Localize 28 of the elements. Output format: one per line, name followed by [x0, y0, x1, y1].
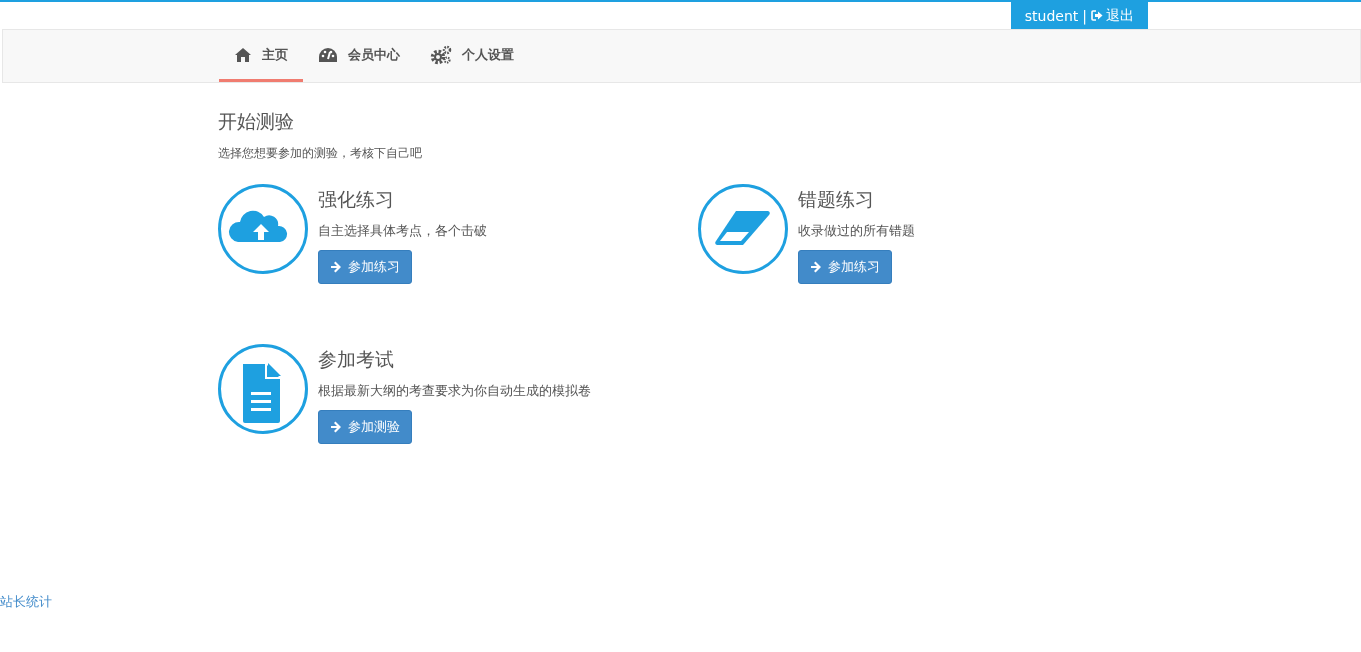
- arrow-right-icon: [810, 261, 822, 273]
- document-icon: [243, 363, 281, 423]
- page-heading: 开始测验: [218, 109, 295, 134]
- nav-tab[interactable]: 个人设置: [415, 30, 529, 82]
- card-title: 错题练习: [798, 187, 875, 212]
- gauge-icon: [318, 46, 338, 63]
- logout-icon: [1091, 10, 1103, 21]
- join-button[interactable]: 参加测验: [318, 410, 412, 444]
- join-button[interactable]: 参加练习: [318, 250, 412, 284]
- arrow-right-icon: [330, 421, 342, 433]
- home-icon: [234, 46, 252, 63]
- separator: |: [1082, 7, 1087, 24]
- eraser-icon: [715, 211, 770, 245]
- logout-link[interactable]: 退出: [1091, 6, 1134, 25]
- card-title: 参加考试: [318, 347, 395, 372]
- nav-tab[interactable]: 会员中心: [303, 30, 415, 82]
- join-button[interactable]: 参加练习: [798, 250, 892, 284]
- card-description: 收录做过的所有错题: [798, 223, 915, 240]
- card-description: 根据最新大纲的考查要求为你自动生成的模拟卷: [318, 383, 591, 400]
- card-description: 自主选择具体考点，各个击破: [318, 223, 487, 240]
- stats-link[interactable]: 站长统计: [0, 594, 52, 611]
- nav-tab[interactable]: 主页: [219, 30, 303, 82]
- cloud-upload-icon: [228, 210, 288, 242]
- username: student: [1024, 7, 1079, 24]
- page-subheading: 选择您想要参加的测验，考核下自己吧: [218, 145, 423, 162]
- gears-icon: [430, 44, 452, 65]
- card-title: 强化练习: [318, 187, 395, 212]
- arrow-right-icon: [330, 261, 342, 273]
